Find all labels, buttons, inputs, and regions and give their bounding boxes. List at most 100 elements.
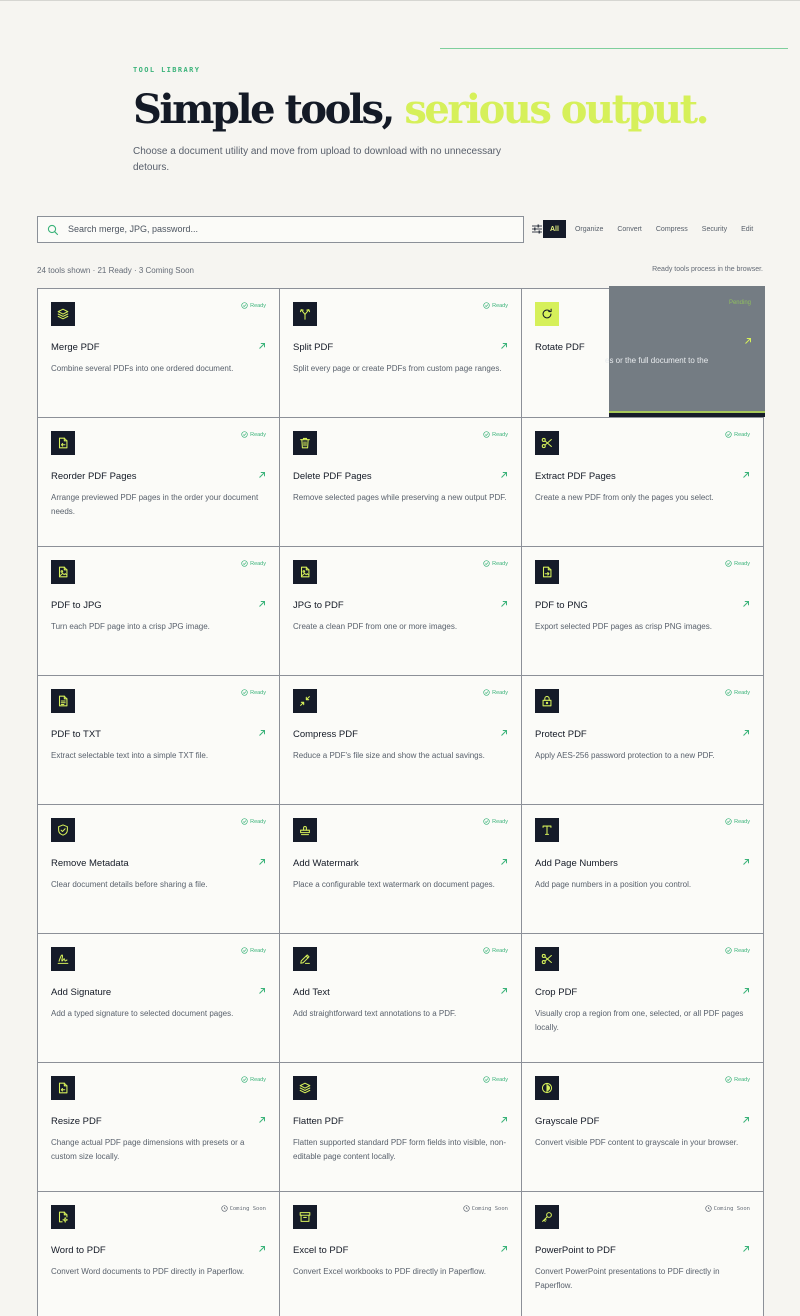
tool-description: Flatten supported standard PDF form fiel…	[293, 1138, 506, 1161]
tool-icon-box	[51, 431, 75, 455]
trash-icon	[300, 437, 310, 449]
arrow-up-right-icon	[501, 1117, 507, 1123]
tool-title: Split PDF	[293, 342, 334, 353]
check-circle-icon	[241, 818, 248, 825]
search-input[interactable]: Search merge, JPG, password...	[37, 216, 524, 243]
check-circle-icon	[241, 947, 248, 954]
status-badge: Ready	[483, 947, 508, 954]
check-circle-icon	[483, 818, 490, 825]
tool-icon-box	[293, 818, 317, 842]
tool-description: Add straightforward text annotations to …	[293, 1009, 457, 1018]
page-title: Simple tools, serious output.	[133, 84, 709, 136]
tool-card-excel-to-pdf[interactable]: Coming Soon Excel to PDF Convert Excel wor…	[280, 1192, 522, 1316]
hover-overlay: Pending es or the full document to the	[605, 286, 765, 417]
tool-title: Flatten PDF	[293, 1116, 344, 1127]
title-accent: serious output.	[404, 86, 709, 133]
status-text: Ready	[492, 302, 508, 309]
tool-description: Convert Excel workbooks to PDF directly …	[293, 1267, 486, 1276]
tool-title: Extract PDF Pages	[535, 471, 616, 482]
tool-card-protect-pdf[interactable]: Ready Protect PDF Apply AES-256 password p…	[522, 676, 764, 805]
tool-card-resize-pdf[interactable]: Ready Resize PDF Change actual PDF page di…	[38, 1063, 280, 1192]
tool-title: Word to PDF	[51, 1245, 106, 1256]
tool-card-add-text[interactable]: Ready Add Text Add straightforward text an…	[280, 934, 522, 1063]
tool-description: Apply AES-256 password protection to a n…	[535, 751, 715, 760]
status-text: Ready	[250, 818, 266, 825]
tool-card-reorder-pdf-pages[interactable]: Ready Reorder PDF Pages Arrange previewed …	[38, 418, 280, 547]
arrow-up-right-icon	[501, 1246, 507, 1252]
filter-compress[interactable]: Compress	[649, 220, 695, 238]
tool-card-compress-pdf[interactable]: Ready Compress PDF Reduce a PDF's file siz…	[280, 676, 522, 805]
scissors-icon	[541, 437, 552, 449]
tool-icon-box	[293, 689, 317, 713]
arrow-up-right-icon	[259, 859, 265, 865]
category-filters: All Organize Convert Compress Security E…	[543, 220, 760, 238]
tool-title: Merge PDF	[51, 342, 100, 353]
tool-description: Change actual PDF page dimensions with p…	[51, 1138, 245, 1161]
filter-organize[interactable]: Organize	[568, 220, 610, 238]
eyebrow-label: TOOL LIBRARY	[133, 66, 201, 74]
tool-card-split-pdf[interactable]: Ready Split PDF Split every page or create…	[280, 289, 522, 418]
arrow-up-right-icon	[259, 1246, 265, 1252]
tool-icon-box	[293, 1076, 317, 1100]
filter-convert[interactable]: Convert	[610, 220, 649, 238]
tool-title: Grayscale PDF	[535, 1116, 600, 1127]
tool-card-powerpoint-to-pdf[interactable]: Coming Soon PowerPoint to PDF Convert Powe…	[522, 1192, 764, 1316]
check-circle-icon	[241, 431, 248, 438]
tool-card-merge-pdf[interactable]: Ready Merge PDF Combine several PDFs into …	[38, 289, 280, 418]
filter-security[interactable]: Security	[695, 220, 734, 238]
tool-card-delete-pdf-pages[interactable]: Ready Delete PDF Pages Remove selected pag…	[280, 418, 522, 547]
tool-description: Remove selected pages while preserving a…	[293, 493, 507, 502]
status-text: Ready	[734, 947, 750, 954]
tool-card-crop-pdf[interactable]: Ready Crop PDF Visually crop a region from…	[522, 934, 764, 1063]
tool-title: PDF to JPG	[51, 600, 102, 611]
check-circle-icon	[725, 1076, 732, 1083]
filter-edit[interactable]: Edit	[734, 220, 760, 238]
tool-icon-box	[51, 560, 75, 584]
tool-icon-box	[535, 302, 559, 326]
tool-card-add-page-numbers[interactable]: Ready Add Page Numbers Add page numbers in…	[522, 805, 764, 934]
arrow-up-right-icon	[501, 730, 507, 736]
tool-card-add-signature[interactable]: Ready Add Signature Add a typed signature …	[38, 934, 280, 1063]
tool-card-remove-metadata[interactable]: Ready Remove Metadata Clear document detai…	[38, 805, 280, 934]
status-text: Ready	[250, 560, 266, 567]
tool-card-rotate-pdf[interactable]: Rotate PDF Pending es or the full document…	[522, 286, 765, 418]
tool-title: Excel to PDF	[293, 1245, 349, 1256]
status-text: Ready	[734, 689, 750, 696]
tool-title: Add Text	[293, 987, 330, 998]
compress-icon	[300, 696, 310, 706]
arrow-up-right-icon	[259, 601, 265, 607]
tool-title: Rotate PDF	[535, 342, 585, 353]
clock-icon	[220, 1205, 228, 1212]
tool-card-pdf-to-txt[interactable]: Ready PDF to TXT Extract selectable text i…	[38, 676, 280, 805]
title-primary: Simple tools,	[133, 86, 395, 133]
tool-card-pdf-to-png[interactable]: Ready PDF to PNG Export selected PDF pages…	[522, 547, 764, 676]
tool-title: Add Watermark	[293, 858, 359, 869]
split-icon	[299, 309, 311, 320]
tool-title: Delete PDF Pages	[293, 471, 372, 482]
tool-card-grayscale-pdf[interactable]: Ready Grayscale PDF Convert visible PDF co…	[522, 1063, 764, 1192]
search-placeholder: Search merge, JPG, password...	[68, 224, 199, 234]
rotate-icon	[542, 308, 552, 319]
status-text: Ready	[250, 431, 266, 438]
text-file-icon	[58, 695, 68, 707]
check-circle-icon	[241, 1076, 248, 1083]
tool-card-flatten-pdf[interactable]: Ready Flatten PDF Flatten supported standa…	[280, 1063, 522, 1192]
tool-title: Crop PDF	[535, 987, 578, 998]
arrow-up-right-icon	[501, 601, 507, 607]
status-badge: Ready	[241, 302, 266, 309]
check-circle-icon	[241, 689, 248, 696]
tool-card-word-to-pdf[interactable]: Coming Soon Word to PDF Convert Word docum…	[38, 1192, 280, 1316]
tool-card-extract-pdf-pages[interactable]: Ready Extract PDF Pages Create a new PDF f…	[522, 418, 764, 547]
filter-all[interactable]: All	[543, 220, 566, 238]
tool-card-add-watermark[interactable]: Ready Add Watermark Place a configurable t…	[280, 805, 522, 934]
status-badge: Coming Soon	[462, 1205, 508, 1212]
overlay-description: es or the full document to the	[605, 356, 709, 365]
check-circle-icon	[483, 560, 490, 567]
tool-icon-box	[535, 560, 559, 584]
tool-card-pdf-to-jpg[interactable]: Ready PDF to JPG Turn each PDF page into a…	[38, 547, 280, 676]
tool-card-jpg-to-pdf[interactable]: Ready JPG to PDF Create a clean PDF from o…	[280, 547, 522, 676]
arrow-up-right-icon	[259, 730, 265, 736]
status-badge: Coming Soon	[220, 1205, 266, 1212]
sliders-icon[interactable]	[531, 223, 543, 235]
status-badge: Ready	[725, 1076, 750, 1083]
